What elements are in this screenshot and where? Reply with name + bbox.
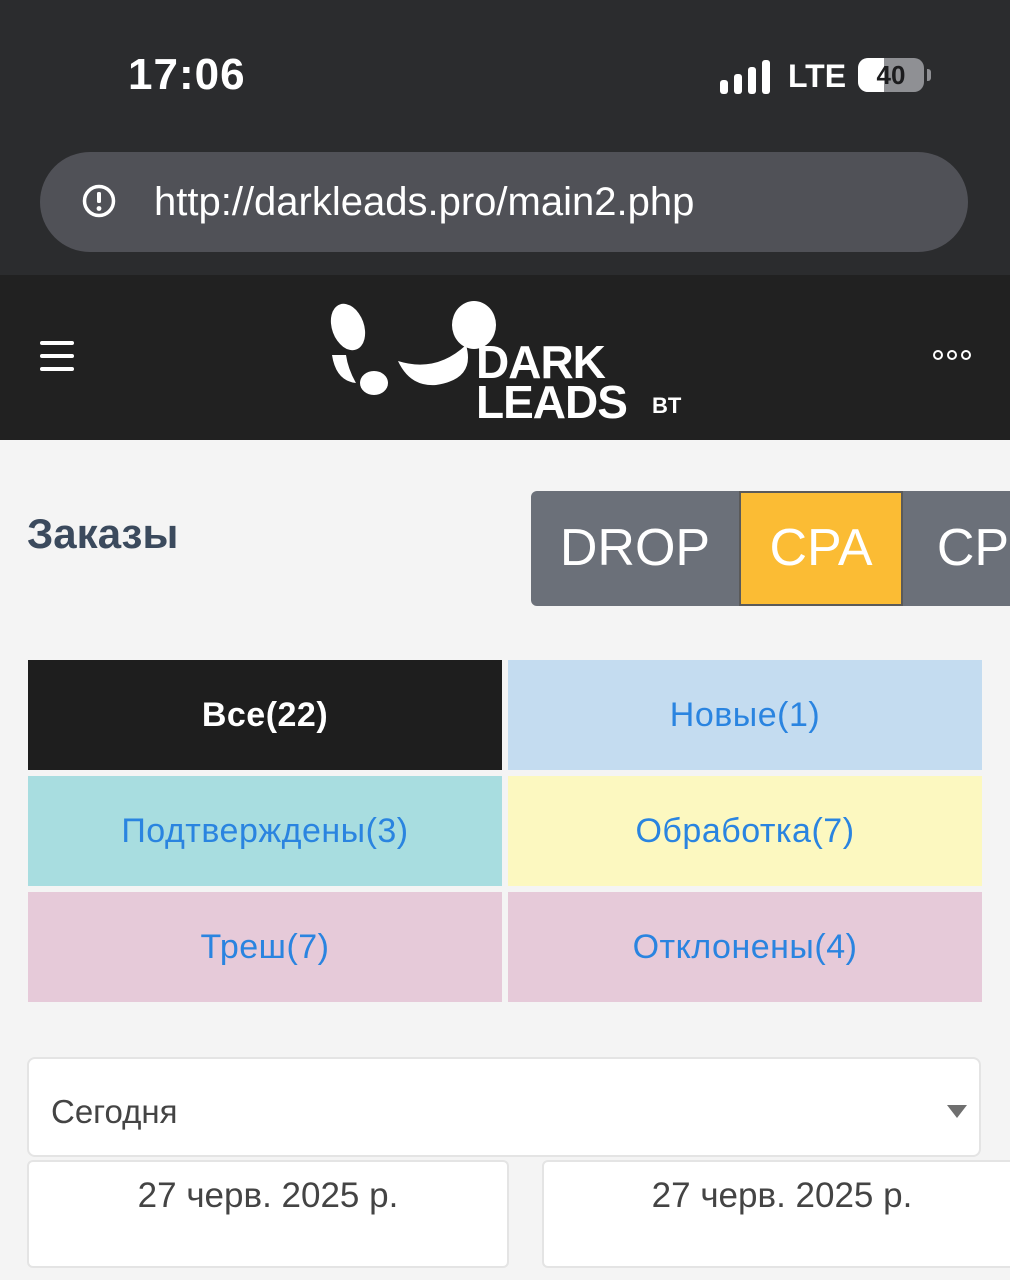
battery-icon: 40 [858,58,924,92]
logo-suffix: BT [652,393,682,418]
battery-tip [927,69,931,81]
status-tab-confirmed[interactable]: Подтверждены(3) [28,776,502,886]
logo-text-leads: LEADS [476,376,628,428]
status-tab-trash[interactable]: Треш(7) [28,892,502,1002]
date-to-field[interactable]: 27 черв. 2025 р. [542,1160,1010,1268]
mode-cpa-button[interactable]: CPA [739,491,903,606]
url-text[interactable]: http://darkleads.pro/main2.php [154,180,694,225]
panda-logo-icon [330,301,496,395]
status-filter-grid: Все(22) Новые(1) Подтверждены(3) Обработ… [28,660,982,1002]
status-tab-processing[interactable]: Обработка(7) [508,776,982,886]
status-tab-new[interactable]: Новые(1) [508,660,982,770]
network-type: LTE [788,58,847,94]
info-icon[interactable] [82,184,116,218]
status-tab-rejected[interactable]: Отклонены(4) [508,892,982,1002]
battery-level: 40 [876,60,906,90]
mode-drop-button[interactable]: DROP [531,491,739,606]
period-select[interactable]: Сегодня [27,1057,981,1157]
mode-switch: DROP CPA CP [531,491,1010,606]
period-select-value: Сегодня [51,1093,178,1130]
address-bar[interactable]: http://darkleads.pro/main2.php [40,152,968,252]
status-time: 17:06 [128,50,246,99]
more-options-icon[interactable] [932,349,972,361]
dark-leads-logo[interactable]: DARK LEADS BT [326,297,696,428]
status-bar: 17:06 LTE 40 [0,0,1010,150]
chevron-down-icon [947,1105,967,1118]
date-from-value: 27 черв. 2025 р. [137,1176,399,1215]
mode-cp-button[interactable]: CP [903,491,1010,606]
date-to-value: 27 черв. 2025 р. [651,1176,913,1215]
signal-icon [720,58,772,94]
status-tab-all[interactable]: Все(22) [28,660,502,770]
app-header: DARK LEADS BT [0,275,1010,440]
date-from-field[interactable]: 27 черв. 2025 р. [27,1160,509,1268]
page-title: Заказы [27,510,179,557]
browser-chrome: http://darkleads.pro/main2.php [0,150,1010,275]
hamburger-menu-icon[interactable] [40,341,74,371]
